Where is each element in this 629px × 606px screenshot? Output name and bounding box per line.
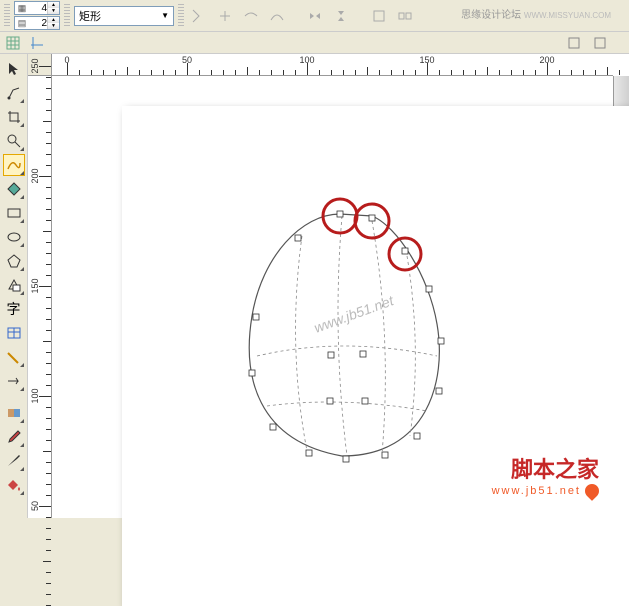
freehand-tool[interactable]	[3, 154, 25, 176]
ruler-vertical[interactable]: 50100150200250	[28, 76, 52, 518]
polygon-tool[interactable]	[3, 250, 25, 272]
crop-tool[interactable]	[3, 106, 25, 128]
watermark-top: 思缘设计论坛 WWW.MISSYUAN.COM	[461, 6, 611, 21]
fill-tool[interactable]	[3, 474, 25, 496]
ellipse-tool[interactable]	[3, 226, 25, 248]
options-button-1[interactable]	[563, 33, 585, 53]
columns-icon: ▦	[15, 2, 29, 14]
align-button[interactable]	[368, 5, 390, 27]
grip-handle[interactable]	[4, 4, 10, 28]
zoom-tool[interactable]	[3, 130, 25, 152]
main-area: 字 050100150200 50100150200250	[0, 54, 629, 518]
snap-guide-button[interactable]	[26, 33, 48, 53]
node-add-button[interactable]	[214, 5, 236, 27]
toolbox: 字	[0, 54, 28, 518]
brand-cn: 脚本之家	[492, 452, 599, 484]
shape-tool[interactable]	[3, 82, 25, 104]
rows-icon: ▤	[15, 17, 29, 29]
options-button-2[interactable]	[589, 33, 611, 53]
ruler-horizontal[interactable]: 050100150200	[52, 54, 613, 76]
grid-dimensions: ▦ ▲▼ ▤ ▲▼	[14, 1, 60, 30]
mirror-h-button[interactable]	[304, 5, 326, 27]
node-break-button[interactable]	[240, 5, 262, 27]
outline-tool[interactable]	[3, 450, 25, 472]
rows-input[interactable]	[29, 18, 47, 29]
mirror-v-button[interactable]	[330, 5, 352, 27]
grip-handle[interactable]	[64, 4, 70, 28]
pick-tool[interactable]	[3, 58, 25, 80]
shape-label: 矩形	[79, 8, 101, 24]
node-tool-button[interactable]	[188, 5, 210, 27]
chevron-down-icon: ▼	[161, 11, 169, 20]
text-tool[interactable]: 字	[3, 298, 25, 320]
shape-dropdown[interactable]: 矩形 ▼	[74, 6, 174, 26]
connector-tool[interactable]	[3, 370, 25, 392]
columns-input[interactable]	[29, 3, 47, 14]
eyedropper-tool[interactable]	[3, 426, 25, 448]
rectangle-tool[interactable]	[3, 202, 25, 224]
smart-fill-tool[interactable]	[3, 178, 25, 200]
table-tool[interactable]	[3, 322, 25, 344]
dimension-tool[interactable]	[3, 346, 25, 368]
brand-url: www.jb51.net	[492, 485, 581, 497]
grip-handle[interactable]	[178, 4, 184, 28]
distribute-button[interactable]	[394, 5, 416, 27]
view-bar	[0, 32, 629, 54]
node-curve-button[interactable]	[266, 5, 288, 27]
star-icon	[582, 481, 602, 501]
brand-watermark: 脚本之家 www.jb51.net	[492, 452, 599, 498]
workspace: 050100150200 50100150200250	[28, 54, 629, 518]
rows-spinner[interactable]: ▤ ▲▼	[14, 16, 60, 30]
columns-spinner[interactable]: ▦ ▲▼	[14, 1, 60, 15]
property-bar: ▦ ▲▼ ▤ ▲▼ 矩形 ▼ 思缘设计论坛 WWW.MISSYUAN.COM	[0, 0, 629, 32]
blend-tool[interactable]	[3, 402, 25, 424]
snap-grid-button[interactable]	[2, 33, 24, 53]
basic-shapes-tool[interactable]	[3, 274, 25, 296]
